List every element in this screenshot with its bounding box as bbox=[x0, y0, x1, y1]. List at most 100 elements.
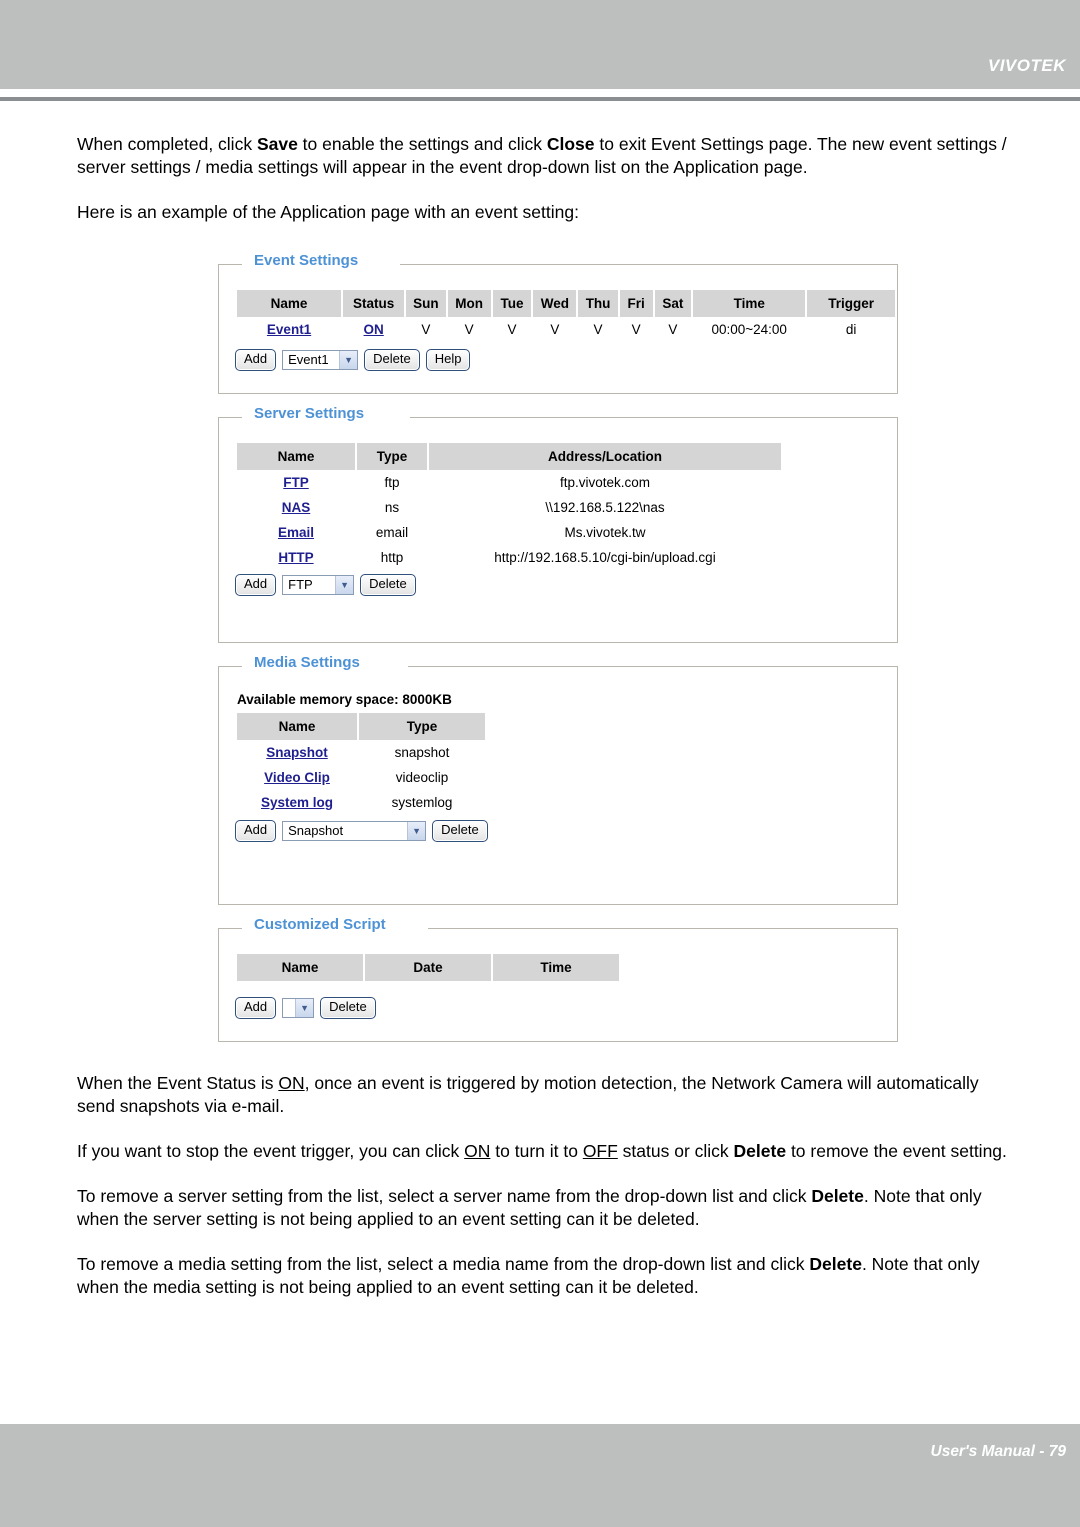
event-delete-button[interactable]: Delete bbox=[364, 349, 420, 371]
cell-event-status: ON bbox=[343, 317, 404, 342]
header-divider bbox=[0, 97, 1080, 101]
cell-thu: V bbox=[593, 322, 603, 337]
outro-p4-part-c: status or click bbox=[617, 1140, 734, 1161]
media-settings-controls: Add Snapshot ▼ Delete bbox=[235, 819, 897, 904]
cell-media-name: Snapshot bbox=[237, 740, 357, 765]
cell-tue: V bbox=[507, 322, 517, 337]
media-name-link-snapshot[interactable]: Snapshot bbox=[266, 745, 328, 760]
col-header-media-name: Name bbox=[237, 712, 357, 740]
cell-server-type: ftp bbox=[384, 474, 400, 490]
col-header-mon: Mon bbox=[447, 290, 491, 317]
table-row: Event1 ON V V V V V V V 00:00~24:00 di bbox=[237, 317, 895, 342]
cell-server-name: NAS bbox=[237, 495, 355, 520]
outro-p4-part-a: If you want to stop the event trigger, y… bbox=[77, 1140, 465, 1161]
chevron-down-icon[interactable]: ▼ bbox=[295, 998, 314, 1017]
media-select[interactable]: Snapshot ▼ bbox=[282, 820, 427, 841]
server-select-value: FTP bbox=[288, 577, 313, 593]
col-header-thu: Thu bbox=[578, 290, 618, 317]
cell-server-address: ftp.vivotek.com bbox=[559, 474, 651, 490]
table-row: Video Clip videoclip bbox=[237, 765, 485, 790]
outro-p4-part-b: to turn it to bbox=[490, 1140, 583, 1161]
customized-script-controls: Add ▼ Delete bbox=[235, 996, 897, 1041]
panel-border-right-server bbox=[410, 416, 898, 418]
panel-border-left-script bbox=[218, 927, 242, 929]
event-settings-legend: Event Settings bbox=[247, 253, 366, 268]
event-add-button[interactable]: Add bbox=[235, 349, 277, 371]
event-help-button[interactable]: Help bbox=[425, 349, 471, 371]
col-header-sat: Sat bbox=[654, 290, 692, 317]
cell-wed: V bbox=[550, 322, 560, 337]
script-delete-button[interactable]: Delete bbox=[320, 996, 376, 1019]
cell-sat: V bbox=[668, 322, 678, 337]
cell-media-type: snapshot bbox=[394, 744, 450, 760]
cell-media-type: videoclip bbox=[395, 769, 449, 785]
media-name-link-videoclip[interactable]: Video Clip bbox=[264, 770, 330, 785]
panel-border-right-media bbox=[408, 665, 898, 667]
event-status-link[interactable]: ON bbox=[364, 322, 384, 337]
panel-border-left-media bbox=[218, 665, 242, 667]
panel-border-right-event bbox=[400, 264, 898, 265]
vivotek-logo: VIVOTEK bbox=[987, 56, 1066, 75]
cell-server-address: Ms.vivotek.tw bbox=[564, 524, 646, 540]
media-name-link-systemlog[interactable]: System log bbox=[261, 795, 333, 810]
intro-paragraph-1: When completed, click Save to enable the… bbox=[77, 133, 1007, 179]
available-memory-label: Available memory space: 8000KB bbox=[237, 691, 452, 707]
table-header-row: Name Date Time bbox=[237, 953, 619, 981]
cell-server-address: \\192.168.5.122\nas bbox=[545, 499, 665, 515]
col-header-server-type: Type bbox=[357, 442, 427, 470]
col-header-wed: Wed bbox=[533, 290, 577, 317]
outro-paragraph-2: If you want to stop the event trigger, y… bbox=[77, 1140, 1007, 1163]
event-select[interactable]: Event1 ▼ bbox=[282, 349, 359, 370]
col-header-media-type: Type bbox=[359, 712, 485, 740]
intro-p1-part-a: When completed, click bbox=[77, 134, 257, 154]
cell-media-type: systemlog bbox=[391, 794, 453, 810]
event-name-link[interactable]: Event1 bbox=[267, 322, 311, 337]
script-select[interactable]: ▼ bbox=[282, 997, 315, 1018]
intro-p1-part-b: to enable the settings and click bbox=[297, 134, 547, 154]
table-header-row: Name Type bbox=[237, 712, 485, 740]
table-row: System log systemlog bbox=[237, 790, 485, 815]
page-content-bottom: When the Event Status is ON, once an eve… bbox=[77, 1072, 1007, 1320]
server-name-link-ftp[interactable]: FTP bbox=[283, 475, 309, 490]
chevron-down-icon[interactable]: ▼ bbox=[335, 575, 354, 594]
page-content: When completed, click Save to enable the… bbox=[77, 133, 1007, 246]
media-add-button[interactable]: Add bbox=[235, 819, 277, 842]
cell-fri: V bbox=[631, 322, 641, 337]
cell-server-name: HTTP bbox=[237, 545, 355, 570]
cell-server-type: http bbox=[380, 549, 404, 565]
col-header-sun: Sun bbox=[406, 290, 446, 317]
chevron-down-icon[interactable]: ▼ bbox=[339, 350, 358, 369]
customized-script-legend: Customized Script bbox=[247, 916, 393, 932]
script-add-button[interactable]: Add bbox=[235, 996, 277, 1019]
col-header-status: Status bbox=[343, 290, 405, 317]
panel-border-left-server bbox=[218, 416, 242, 418]
chevron-down-icon[interactable]: ▼ bbox=[407, 821, 426, 840]
outro-paragraph-3: To remove a server setting from the list… bbox=[77, 1185, 1007, 1231]
cell-server-type: email bbox=[375, 524, 409, 540]
server-delete-button[interactable]: Delete bbox=[360, 573, 416, 596]
event-settings-controls: Add Event1 ▼ Delete Help bbox=[235, 349, 897, 393]
panel-border-right-script bbox=[428, 927, 898, 929]
cell-server-name: Email bbox=[237, 520, 355, 545]
table-row: Snapshot snapshot bbox=[237, 740, 485, 765]
outro-p6-part-a: To remove a media setting from the list,… bbox=[77, 1253, 810, 1274]
col-header-fri: Fri bbox=[619, 290, 653, 317]
server-name-link-nas[interactable]: NAS bbox=[282, 500, 311, 515]
cell-time: 00:00~24:00 bbox=[711, 322, 787, 337]
col-header-time: Time bbox=[693, 290, 806, 317]
page-footer: User's Manual - 79 bbox=[0, 1424, 1080, 1527]
col-header-server-address: Address/Location bbox=[429, 442, 781, 470]
cell-server-type: ns bbox=[384, 499, 400, 515]
server-settings-controls: Add FTP ▼ Delete bbox=[235, 573, 897, 642]
cell-media-name: System log bbox=[237, 790, 357, 815]
server-select[interactable]: FTP ▼ bbox=[282, 574, 355, 595]
table-row: NAS ns \\192.168.5.122\nas bbox=[237, 495, 781, 520]
media-delete-button[interactable]: Delete bbox=[432, 819, 488, 842]
table-header-row: Name Status Sun Mon Tue Wed Thu Fri Sat … bbox=[237, 290, 895, 317]
server-name-link-http[interactable]: HTTP bbox=[278, 550, 313, 565]
status-on-keyword-2: ON bbox=[464, 1140, 491, 1161]
server-name-link-email[interactable]: Email bbox=[278, 525, 314, 540]
server-add-button[interactable]: Add bbox=[235, 573, 277, 596]
delete-keyword-3: Delete bbox=[809, 1253, 862, 1274]
table-row: HTTP http http://192.168.5.10/cgi-bin/up… bbox=[237, 545, 781, 570]
